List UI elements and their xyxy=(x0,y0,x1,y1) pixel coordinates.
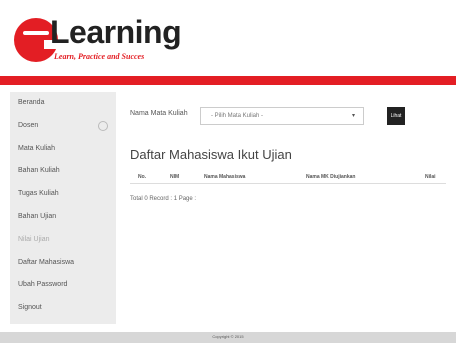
sidebar-item-label: Bahan Ujian xyxy=(18,212,57,220)
sidebar-item-bahan-ujian[interactable]: Bahan Ujian xyxy=(10,206,116,229)
record-count: Total 0 Record : 1 Page : xyxy=(130,196,197,202)
sidebar-item-beranda[interactable]: Beranda xyxy=(10,92,116,115)
header-accent-bar xyxy=(0,76,456,85)
lihat-button[interactable]: Lihat xyxy=(387,107,405,125)
column-header-no: No. xyxy=(138,174,147,180)
column-header-nama-mk: Nama MK Diujiankan xyxy=(306,174,356,180)
sidebar-item-daftar-mahasiswa[interactable]: Daftar Mahasiswa xyxy=(10,252,116,275)
mata-kuliah-label: Nama Mata Kuliah xyxy=(130,110,188,117)
expand-circle-icon[interactable] xyxy=(98,120,108,131)
column-header-nilai: Nilai xyxy=(425,174,436,180)
sidebar-item-label: Beranda xyxy=(18,99,45,106)
sidebar-item-mata-kuliah[interactable]: Mata Kuliah xyxy=(10,138,116,161)
sidebar-item-label: Ubah Password xyxy=(18,281,68,289)
chevron-down-icon: ▾ xyxy=(351,113,355,119)
header: Learning Learn, Practice and Succes xyxy=(0,0,456,76)
column-header-nim: NIM xyxy=(170,174,180,180)
sidebar-item-bahan-kuliah[interactable]: Bahan Kuliah xyxy=(10,160,116,183)
sidebar-item-dosen[interactable]: Dosen xyxy=(10,114,116,138)
column-header-nama-mahasiswa: Nama Mahasiswa xyxy=(204,174,246,180)
sidebar: Beranda Dosen Mata Kuliah Bahan Kuliah T… xyxy=(10,92,116,324)
footer: Copyright © 2015 xyxy=(0,332,456,343)
main-content: Nama Mata Kuliah - Pilih Mata Kuliah - ▾… xyxy=(130,92,446,324)
select-value: - Pilih Mata Kuliah - xyxy=(211,113,264,119)
sidebar-item-label: Dosen xyxy=(18,121,39,129)
sidebar-item-label: Mata Kuliah xyxy=(18,144,55,152)
mata-kuliah-select[interactable]: - Pilih Mata Kuliah - ▾ xyxy=(200,107,364,125)
sidebar-item-nilai-ujian[interactable]: Nilai Ujian xyxy=(10,229,116,252)
sidebar-item-signout[interactable]: Signout xyxy=(10,297,116,320)
sidebar-item-label: Tugas Kuliah xyxy=(18,190,59,198)
table-header: No. NIM Nama Mahasiswa Nama MK Diujianka… xyxy=(130,172,446,184)
sidebar-item-ubah-password[interactable]: Ubah Password xyxy=(10,274,116,297)
sidebar-item-label: Signout xyxy=(18,304,42,312)
page-title: Daftar Mahasiswa Ikut Ujian xyxy=(130,147,292,162)
sidebar-item-label: Nilai Ujian xyxy=(18,235,50,243)
sidebar-item-label: Daftar Mahasiswa xyxy=(18,258,75,266)
sidebar-item-label: Bahan Kuliah xyxy=(18,167,60,175)
logo-tagline: Learn, Practice and Succes xyxy=(54,52,145,61)
logo-wordmark: Learning xyxy=(50,14,182,50)
sidebar-item-tugas-kuliah[interactable]: Tugas Kuliah xyxy=(10,183,116,206)
copyright-text: Copyright © 2015 xyxy=(212,334,244,339)
